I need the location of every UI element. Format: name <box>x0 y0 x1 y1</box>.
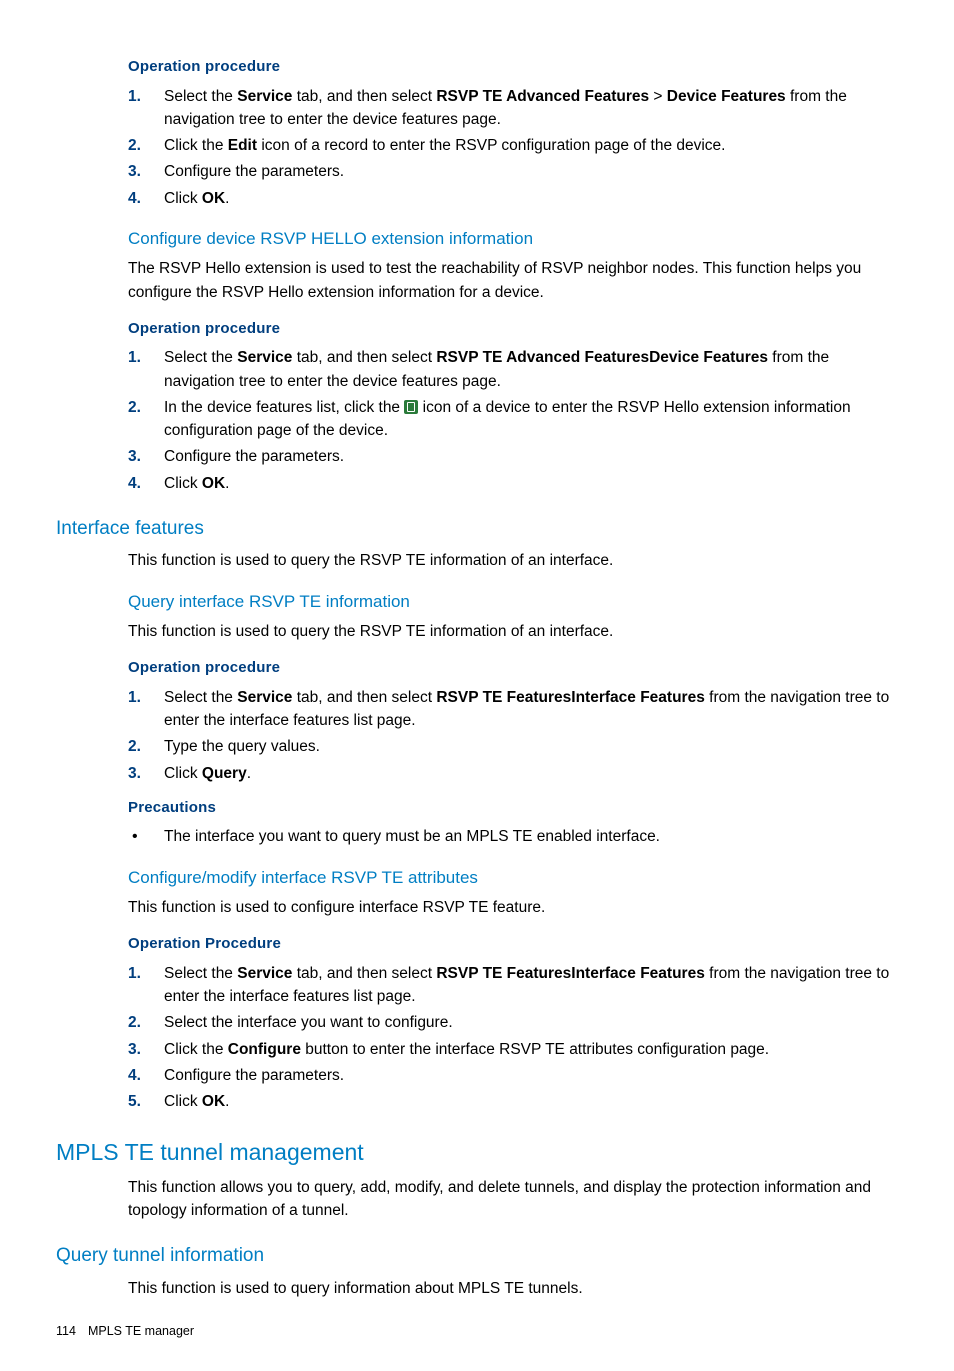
step-text: Click <box>164 1093 202 1110</box>
list-item: 1. Select the Service tab, and then sele… <box>128 686 898 733</box>
bold-text: Edit <box>228 137 257 154</box>
step-text: tab, and then select <box>292 349 436 366</box>
step-text: tab, and then select <box>292 88 436 105</box>
h2-mpls-tunnel-management: MPLS TE tunnel management <box>56 1135 898 1170</box>
list-item: 1. Select the Service tab, and then sele… <box>128 346 898 393</box>
list-item: 3. Click the Configure button to enter t… <box>128 1038 898 1061</box>
step-text: Select the <box>164 689 237 706</box>
list-item: The interface you want to query must be … <box>128 825 898 848</box>
list-item: 1. Select the Service tab, and then sele… <box>128 85 898 132</box>
page-footer: 114 MPLS TE manager <box>56 1322 898 1341</box>
paragraph: The RSVP Hello extension is used to test… <box>128 257 898 304</box>
bold-text: Query <box>202 765 247 782</box>
ordered-list-2: 1. Select the Service tab, and then sele… <box>128 346 898 495</box>
ordered-list-3: 1. Select the Service tab, and then sele… <box>128 686 898 785</box>
footer-title: MPLS TE manager <box>88 1324 194 1338</box>
list-item: 3. Configure the parameters. <box>128 445 898 468</box>
bold-text: Configure <box>228 1041 301 1058</box>
step-text: Select the <box>164 88 237 105</box>
step-text: Select the interface you want to configu… <box>164 1014 453 1031</box>
sub-heading-configure-interface: Configure/modify interface RSVP TE attri… <box>128 865 898 891</box>
step-text: Select the <box>164 349 237 366</box>
paragraph: This function allows you to query, add, … <box>128 1176 898 1223</box>
step-text: Configure the parameters. <box>164 1067 344 1084</box>
step-text: In the device features list, click the <box>164 399 404 416</box>
bold-text: Device Features <box>667 88 786 105</box>
paragraph: This function is used to configure inter… <box>128 896 898 919</box>
operation-procedure-heading-1: Operation procedure <box>128 56 898 79</box>
paragraph: This function is used to query the RSVP … <box>128 549 898 572</box>
step-text: Click <box>164 190 202 207</box>
bold-text: Service <box>237 965 292 982</box>
step-text: icon of a record to enter the RSVP confi… <box>257 137 725 154</box>
step-text: . <box>247 765 251 782</box>
step-text: Configure the parameters. <box>164 448 344 465</box>
list-item: 1. Select the Service tab, and then sele… <box>128 962 898 1009</box>
section-heading-query-tunnel: Query tunnel information <box>56 1242 898 1271</box>
step-text: tab, and then select <box>292 689 436 706</box>
precaution-text: The interface you want to query must be … <box>164 828 660 845</box>
precautions-heading: Precautions <box>128 797 898 820</box>
step-text: Click <box>164 475 202 492</box>
ordered-list-1: 1. Select the Service tab, and then sele… <box>128 85 898 210</box>
step-text: > <box>649 88 667 105</box>
list-item: 4. Click OK. <box>128 472 898 495</box>
step-text: Click <box>164 765 202 782</box>
bold-text: RSVP TE Advanced FeaturesDevice Features <box>436 349 768 366</box>
operation-procedure-heading-2: Operation procedure <box>128 318 898 341</box>
list-item: 3. Click Query. <box>128 762 898 785</box>
ordered-list-4: 1. Select the Service tab, and then sele… <box>128 962 898 1114</box>
list-item: 4. Click OK. <box>128 187 898 210</box>
bold-text: RSVP TE Advanced Features <box>436 88 649 105</box>
sub-heading-query-interface: Query interface RSVP TE information <box>128 589 898 615</box>
step-text: button to enter the interface RSVP TE at… <box>301 1041 769 1058</box>
bold-text: RSVP TE FeaturesInterface Features <box>436 965 705 982</box>
sub-heading-configure-hello: Configure device RSVP HELLO extension in… <box>128 226 898 252</box>
step-text: Type the query values. <box>164 738 320 755</box>
step-text: Click the <box>164 1041 228 1058</box>
page-number: 114 <box>56 1324 76 1338</box>
step-text: tab, and then select <box>292 965 436 982</box>
paragraph: This function is used to query the RSVP … <box>128 620 898 643</box>
step-text: Click the <box>164 137 228 154</box>
bold-text: Service <box>237 689 292 706</box>
paragraph: This function is used to query informati… <box>128 1277 898 1300</box>
bulleted-list: The interface you want to query must be … <box>128 825 898 848</box>
operation-procedure-heading-4: Operation Procedure <box>128 933 898 956</box>
step-text: . <box>225 1093 229 1110</box>
list-item: 2. Type the query values. <box>128 735 898 758</box>
step-text: . <box>225 190 229 207</box>
bold-text: Service <box>237 349 292 366</box>
list-item: 4. Configure the parameters. <box>128 1064 898 1087</box>
section-heading-interface-features: Interface features <box>56 515 898 544</box>
bold-text: OK <box>202 1093 225 1110</box>
list-item: 2. In the device features list, click th… <box>128 396 898 443</box>
bold-text: OK <box>202 190 225 207</box>
operation-procedure-heading-3: Operation procedure <box>128 657 898 680</box>
bold-text: Service <box>237 88 292 105</box>
list-item: 2. Select the interface you want to conf… <box>128 1011 898 1034</box>
list-item: 5. Click OK. <box>128 1090 898 1113</box>
step-text: Select the <box>164 965 237 982</box>
step-text: Configure the parameters. <box>164 163 344 180</box>
bold-text: RSVP TE FeaturesInterface Features <box>436 689 705 706</box>
list-item: 2. Click the Edit icon of a record to en… <box>128 134 898 157</box>
device-icon <box>404 400 418 414</box>
bold-text: OK <box>202 475 225 492</box>
list-item: 3. Configure the parameters. <box>128 160 898 183</box>
step-text: . <box>225 475 229 492</box>
